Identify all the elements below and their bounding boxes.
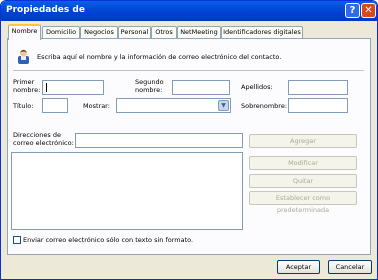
middle-name-label: Segundo nombre: <box>135 78 164 94</box>
properties-dialog: Propiedades de ? ✕ Nombre Domicilio Nego… <box>0 0 378 280</box>
last-name-label: Apellidos: <box>241 83 273 91</box>
last-name-input[interactable] <box>288 80 348 95</box>
display-select[interactable]: ▼ <box>116 98 231 113</box>
first-name-label: Primer nombre: <box>13 78 41 94</box>
cancel-button[interactable]: Cancelar <box>328 260 372 274</box>
ok-button[interactable]: Aceptar <box>277 260 320 274</box>
email-input[interactable] <box>75 133 243 148</box>
nickname-label: Sobrenombre: <box>241 102 288 110</box>
first-name-input[interactable] <box>42 80 104 95</box>
email-label: Direcciones de correo electrónico: <box>13 131 74 147</box>
contact-card-icon <box>18 49 29 64</box>
title-label: Título: <box>13 102 34 110</box>
text-cursor <box>46 83 47 92</box>
title-input[interactable] <box>42 98 68 113</box>
help-button[interactable]: ? <box>345 3 360 18</box>
middle-name-input[interactable] <box>172 80 230 95</box>
remove-email-button[interactable]: Quitar <box>249 174 357 188</box>
separator <box>13 70 364 71</box>
intro-text: Escriba aquí el nombre y la información … <box>37 53 282 61</box>
plain-text-checkbox[interactable] <box>13 236 21 244</box>
edit-email-button[interactable]: Modificar <box>249 156 357 170</box>
set-default-email-button[interactable]: Establecer como predeterminada <box>249 191 357 214</box>
close-button[interactable]: ✕ <box>361 3 376 18</box>
email-list[interactable] <box>11 152 243 230</box>
title-bar[interactable]: Propiedades de ? ✕ <box>1 1 377 21</box>
tab-nombre[interactable]: Nombre <box>8 24 41 40</box>
plain-text-label[interactable]: Enviar correo electrónico sólo con texto… <box>23 236 193 244</box>
display-label: Mostrar: <box>83 102 110 110</box>
chevron-down-icon[interactable]: ▼ <box>218 100 229 111</box>
add-email-button[interactable]: Agregar <box>249 134 357 148</box>
nickname-input[interactable] <box>288 98 348 113</box>
window-title: Propiedades de <box>6 5 85 15</box>
